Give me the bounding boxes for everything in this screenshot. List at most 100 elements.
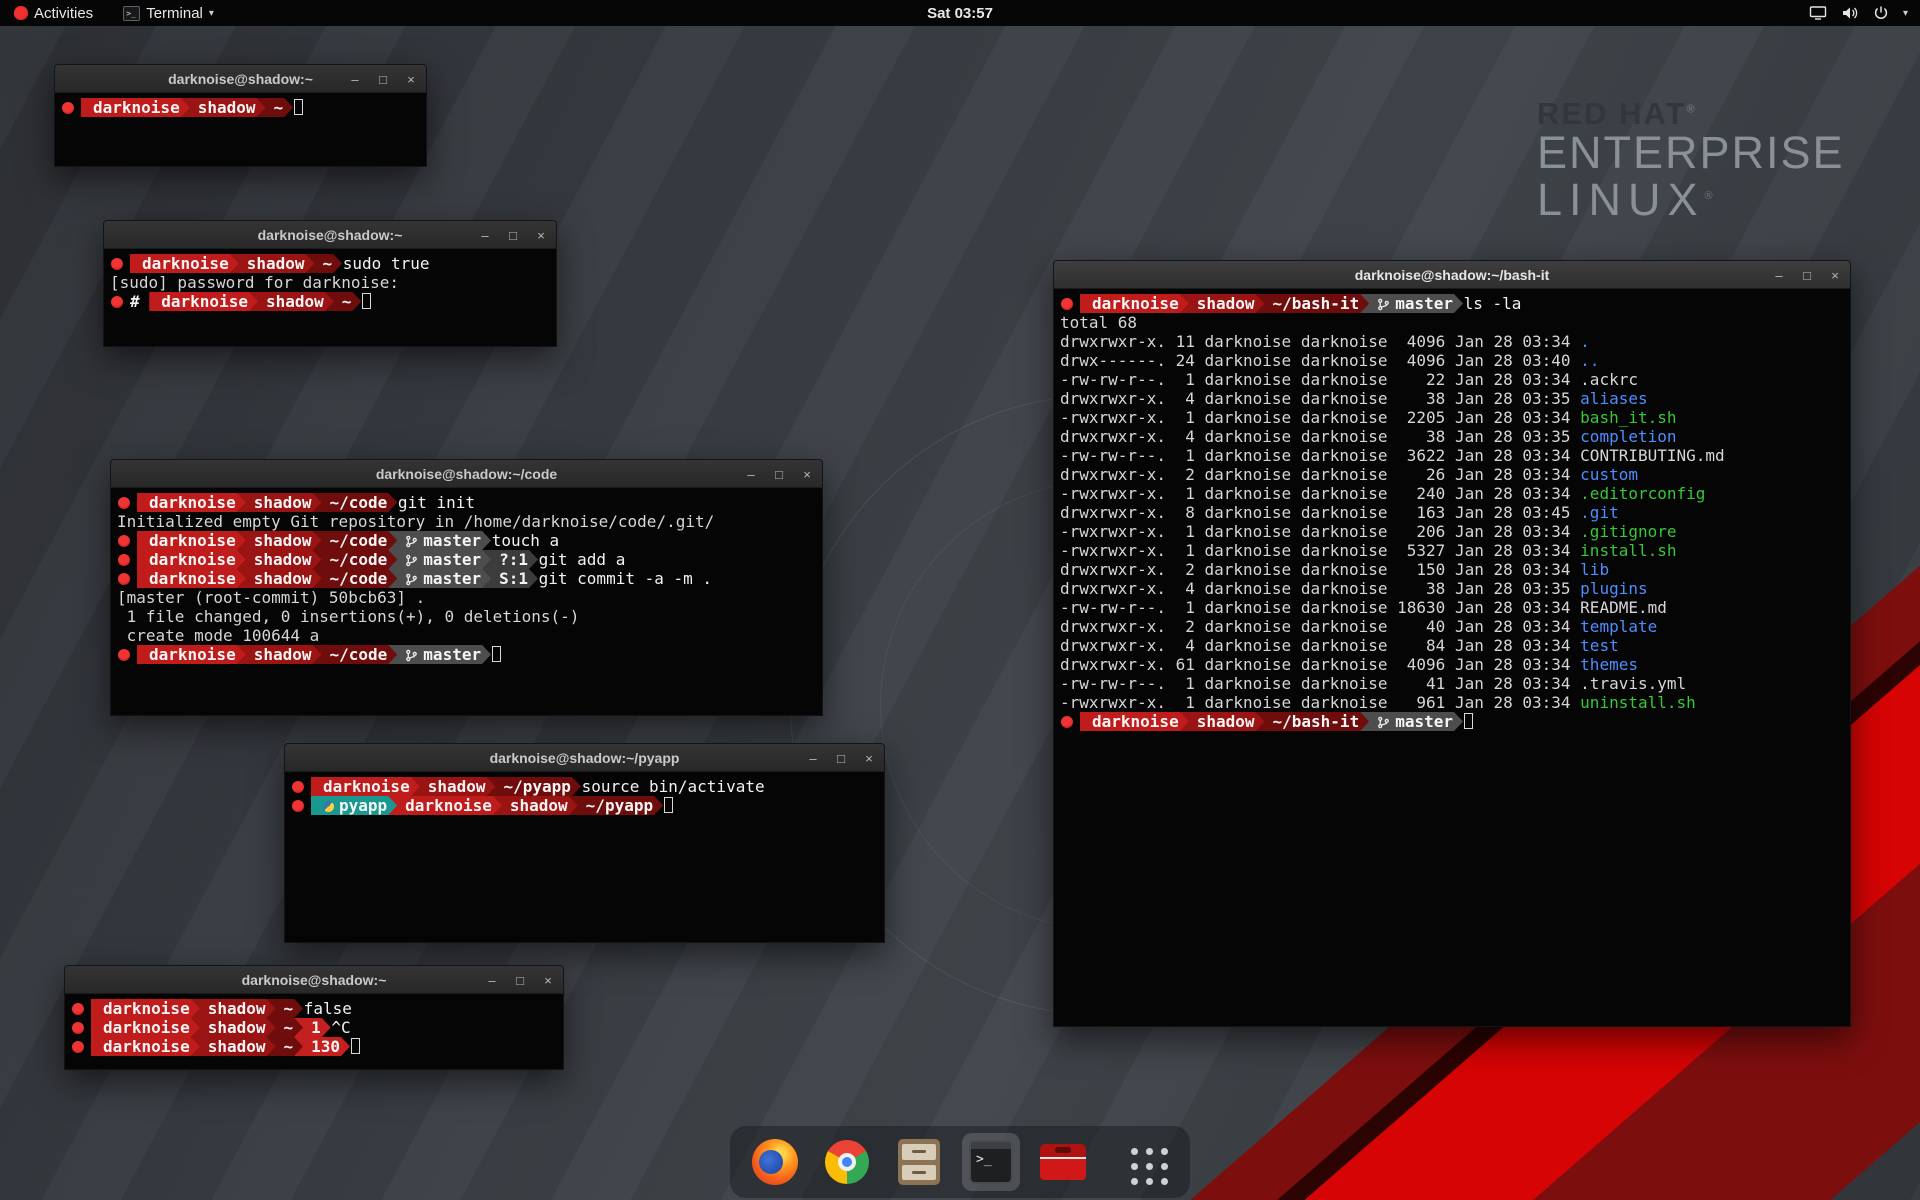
watermark-line2: ENTERPRISE (1537, 130, 1845, 177)
terminal-content[interactable]: darknoiseshadow~ falsedarknoiseshadow~1 … (65, 994, 563, 1069)
dock-item-terminal[interactable]: >_ (962, 1133, 1020, 1191)
close-button[interactable]: × (534, 228, 548, 243)
dock-item-firefox[interactable] (746, 1133, 804, 1191)
terminal-line: darknoiseshadow~/bash-itmaster ls -la (1060, 294, 1844, 313)
ls-row-meta: drwxrwxr-x. 61 darknoise darknoise 4096 … (1060, 655, 1580, 674)
terminal-content[interactable]: darknoiseshadow~ sudo true[sudo] passwor… (104, 249, 556, 346)
terminal-window-home-2: darknoise@shadow:~ – □ × darknoiseshadow… (64, 965, 564, 1070)
prompt-segment: shadow (1180, 712, 1265, 731)
prompt-segment: master (388, 645, 491, 664)
prompt-segment: shadow (411, 777, 496, 796)
ls-row-filename: .editorconfig (1580, 484, 1705, 503)
prompt-segment: ~/code (313, 493, 398, 512)
dock-item-files[interactable] (890, 1133, 948, 1191)
ls-row-meta: drwxrwxr-x. 11 darknoise darknoise 4096 … (1060, 332, 1580, 351)
maximize-button[interactable]: □ (506, 228, 520, 243)
minimize-button[interactable]: – (485, 973, 499, 988)
terminal-content[interactable]: darknoiseshadow~/pyapp source bin/activa… (285, 772, 884, 942)
terminal-line: -rwxrwxr-x. 1 darknoise darknoise 2205 J… (1060, 408, 1844, 427)
command-text: sudo true (333, 254, 429, 273)
prompt-segment: darknoise (137, 645, 246, 664)
command-text: ls -la (1454, 294, 1521, 313)
window-title: darknoise@shadow:~ (258, 227, 403, 243)
chevron-down-icon: ▾ (1903, 8, 1908, 19)
command-text: source bin/activate (572, 777, 765, 796)
prompt-segment: shadow (191, 999, 276, 1018)
window-titlebar[interactable]: darknoise@shadow:~/pyapp – □ × (285, 744, 884, 772)
close-button[interactable]: × (1828, 268, 1842, 283)
files-icon (898, 1139, 940, 1185)
terminal-line: darknoiseshadow~/code git init (117, 493, 816, 512)
terminal-line: drwxrwxr-x. 11 darknoise darknoise 4096 … (1060, 332, 1844, 351)
ls-row-meta: drwxrwxr-x. 4 darknoise darknoise 38 Jan… (1060, 579, 1580, 598)
prompt-segment: shadow (493, 796, 578, 815)
prompt-segment: ~/bash-it (1256, 712, 1370, 731)
terminal-line: darknoiseshadow~/codemaster?:1 git add a (117, 550, 816, 569)
terminal-content[interactable]: darknoiseshadow~ (55, 93, 426, 166)
prompt-segment: darknoise (130, 254, 239, 273)
minimize-button[interactable]: – (478, 228, 492, 243)
window-titlebar[interactable]: darknoise@shadow:~/code – □ × (111, 460, 822, 488)
system-tray[interactable]: ▾ (1809, 5, 1920, 21)
minimize-button[interactable]: – (744, 467, 758, 482)
ls-row-meta: -rw-rw-r--. 1 darknoise darknoise 18630 … (1060, 598, 1580, 617)
prompt-redhat-icon (1061, 298, 1073, 310)
terminal-line: [master (root-commit) 50bcb63] . (117, 588, 816, 607)
prompt-segment: darknoise (149, 292, 258, 311)
clock[interactable]: Sat 03:57 (0, 5, 1920, 22)
minimize-button[interactable]: – (1772, 268, 1786, 283)
window-title: darknoise@shadow:~ (242, 972, 387, 988)
dock-item-app-grid[interactable] (1116, 1133, 1174, 1191)
ls-row-filename: template (1580, 617, 1657, 636)
dock: >_ (730, 1126, 1190, 1198)
terminal-line: drwxrwxr-x. 4 darknoise darknoise 38 Jan… (1060, 389, 1844, 408)
close-button[interactable]: × (404, 72, 418, 87)
firefox-icon (752, 1139, 798, 1185)
prompt-segment: ~/code (313, 531, 398, 550)
maximize-button[interactable]: □ (772, 467, 786, 482)
window-titlebar[interactable]: darknoise@shadow:~ – □ × (65, 966, 563, 994)
ls-row-filename: lib (1580, 560, 1609, 579)
terminal-line: create mode 100644 a (117, 626, 816, 645)
terminal-line: darknoiseshadow~ sudo true (110, 254, 550, 273)
terminal-line: darknoiseshadow~/bash-itmaster (1060, 712, 1844, 731)
terminal-line: drwxrwxr-x. 2 darknoise darknoise 150 Ja… (1060, 560, 1844, 579)
terminal-content[interactable]: darknoiseshadow~/code git initInitialize… (111, 488, 822, 715)
terminal-content[interactable]: darknoiseshadow~/bash-itmaster ls -latot… (1054, 289, 1850, 1026)
window-titlebar[interactable]: darknoise@shadow:~/bash-it – □ × (1054, 261, 1850, 289)
terminal-window-sudo: darknoise@shadow:~ – □ × darknoiseshadow… (103, 220, 557, 347)
ls-row-filename: aliases (1580, 389, 1647, 408)
prompt-segment: darknoise (91, 1037, 200, 1056)
ls-row-filename: plugins (1580, 579, 1647, 598)
terminal-line: darknoiseshadow~/codemasterS:1 git commi… (117, 569, 816, 588)
maximize-button[interactable]: □ (1800, 268, 1814, 283)
window-titlebar[interactable]: darknoise@shadow:~ – □ × (55, 65, 426, 93)
ls-row-meta: -rw-rw-r--. 1 darknoise darknoise 22 Jan… (1060, 370, 1580, 389)
close-button[interactable]: × (862, 751, 876, 766)
close-button[interactable]: × (800, 467, 814, 482)
close-button[interactable]: × (541, 973, 555, 988)
ls-row-filename: custom (1580, 465, 1638, 484)
dock-item-chrome[interactable] (818, 1133, 876, 1191)
maximize-button[interactable]: □ (513, 973, 527, 988)
minimize-button[interactable]: – (806, 751, 820, 766)
terminal-line: -rw-rw-r--. 1 darknoise darknoise 22 Jan… (1060, 370, 1844, 389)
watermark-line3: LINUX (1537, 174, 1705, 225)
prompt-redhat-icon (292, 800, 304, 812)
ls-row-meta: drwxrwxr-x. 8 darknoise darknoise 163 Ja… (1060, 503, 1580, 522)
window-titlebar[interactable]: darknoise@shadow:~ – □ × (104, 221, 556, 249)
ls-row-filename: .ackrc (1580, 370, 1638, 389)
terminal-line: pyappdarknoiseshadow~/pyapp (291, 796, 878, 815)
dock-item-toolbox[interactable] (1034, 1133, 1092, 1191)
output-text: total 68 (1060, 313, 1137, 332)
terminal-line: -rwxrwxr-x. 1 darknoise darknoise 206 Ja… (1060, 522, 1844, 541)
terminal-window-code: darknoise@shadow:~/code – □ × darknoises… (110, 459, 823, 716)
maximize-button[interactable]: □ (376, 72, 390, 87)
prompt-redhat-icon (1061, 716, 1073, 728)
terminal-line: drwxrwxr-x. 8 darknoise darknoise 163 Ja… (1060, 503, 1844, 522)
prompt-segment: shadow (191, 1018, 276, 1037)
minimize-button[interactable]: – (348, 72, 362, 87)
window-title: darknoise@shadow:~ (168, 71, 313, 87)
prompt-segment: shadow (191, 1037, 276, 1056)
maximize-button[interactable]: □ (834, 751, 848, 766)
